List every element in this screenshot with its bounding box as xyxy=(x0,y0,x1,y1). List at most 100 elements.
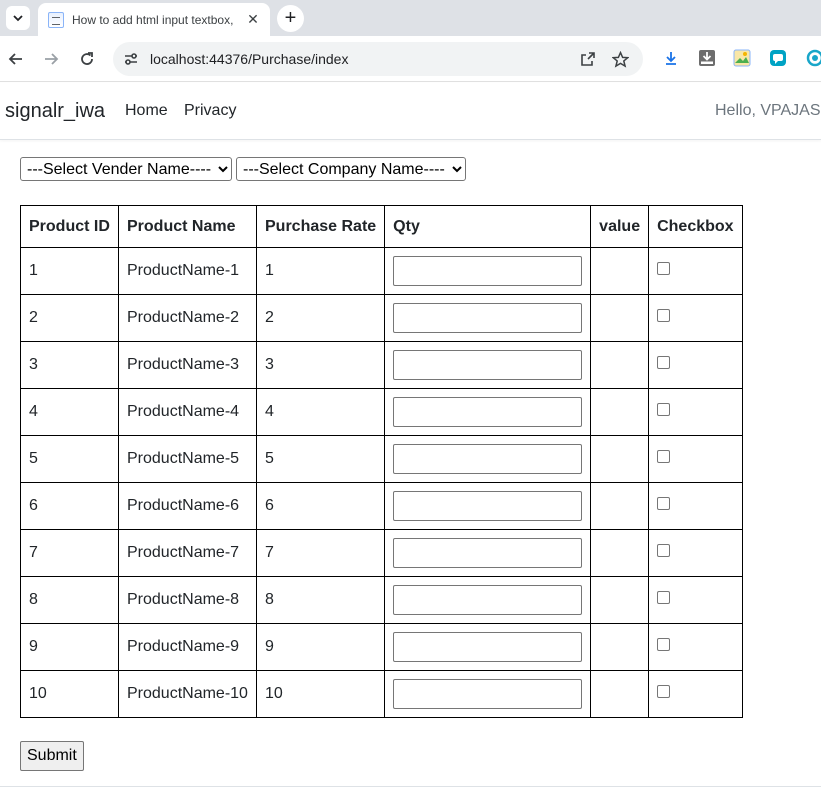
submit-button[interactable]: Submit xyxy=(20,741,84,771)
cell-qty xyxy=(384,670,592,718)
browser-tab[interactable]: How to add html input textbox, ✕ xyxy=(38,3,270,36)
table-row: 9 ProductName-9 9 xyxy=(20,623,743,671)
download-icon xyxy=(666,52,676,65)
cell-purchase-rate: 10 xyxy=(255,670,386,718)
row-checkbox[interactable] xyxy=(657,355,671,369)
header-product-id: Product ID xyxy=(20,205,119,248)
table-body: 1 ProductName-1 1 2 ProductName-2 2 3 ProductNa… xyxy=(20,247,743,718)
header-product-name: Product Name xyxy=(118,205,257,248)
header-checkbox: Checkbox xyxy=(648,205,743,248)
qty-input[interactable] xyxy=(393,491,583,521)
cell-purchase-rate: 5 xyxy=(255,435,386,483)
qty-input[interactable] xyxy=(393,256,583,286)
cell-purchase-rate: 8 xyxy=(255,576,386,624)
header-value: value xyxy=(590,205,650,248)
cell-checkbox xyxy=(648,341,743,389)
cell-value xyxy=(590,247,650,295)
qty-input[interactable] xyxy=(393,679,583,709)
cell-value xyxy=(590,529,650,577)
table-row: 4 ProductName-4 4 xyxy=(20,388,743,436)
reload-button[interactable] xyxy=(75,47,99,71)
row-checkbox[interactable] xyxy=(657,637,671,651)
cell-checkbox xyxy=(648,435,743,483)
table-row: 3 ProductName-3 3 xyxy=(20,341,743,389)
cell-product-id: 2 xyxy=(20,294,119,342)
nav-link-privacy[interactable]: Privacy xyxy=(184,102,236,120)
qty-input[interactable] xyxy=(393,303,583,333)
cell-checkbox xyxy=(648,529,743,577)
row-checkbox[interactable] xyxy=(657,590,671,604)
chat-extension[interactable] xyxy=(769,49,787,67)
image-extension[interactable] xyxy=(733,49,751,67)
qty-input[interactable] xyxy=(393,632,583,662)
cell-purchase-rate: 6 xyxy=(255,482,386,530)
cell-checkbox xyxy=(648,482,743,530)
arrow-left-icon xyxy=(8,53,22,65)
cell-product-id: 8 xyxy=(20,576,119,624)
table-row: 8 ProductName-8 8 xyxy=(20,576,743,624)
row-checkbox[interactable] xyxy=(657,543,671,557)
brand-link[interactable]: signalr_iwa xyxy=(5,100,105,123)
download-manager-extension[interactable] xyxy=(698,49,716,67)
table-row: 10 ProductName-10 10 xyxy=(20,670,743,718)
bookmark-button[interactable] xyxy=(610,49,630,69)
cell-purchase-rate: 1 xyxy=(255,247,386,295)
nav-link-home[interactable]: Home xyxy=(125,102,168,120)
cell-qty xyxy=(384,529,592,577)
company-select[interactable]: ---Select Company Name---- xyxy=(236,157,466,181)
cell-value xyxy=(590,294,650,342)
qty-input[interactable] xyxy=(393,585,583,615)
image-extension-icon xyxy=(733,49,751,67)
row-checkbox[interactable] xyxy=(657,449,671,463)
cell-value xyxy=(590,435,650,483)
swirl-extension[interactable] xyxy=(805,49,821,67)
cell-product-id: 5 xyxy=(20,435,119,483)
tab-title: How to add html input textbox, xyxy=(72,12,234,27)
row-checkbox[interactable] xyxy=(657,496,671,510)
vendor-select[interactable]: ---Select Vender Name---- xyxy=(20,157,232,181)
cell-qty xyxy=(384,623,592,671)
row-checkbox[interactable] xyxy=(657,684,671,698)
share-icon xyxy=(581,52,595,66)
cell-qty xyxy=(384,388,592,436)
qty-input[interactable] xyxy=(393,444,583,474)
row-checkbox[interactable] xyxy=(657,261,671,275)
site-info-button[interactable] xyxy=(121,49,141,69)
row-checkbox[interactable] xyxy=(657,402,671,416)
qty-input[interactable] xyxy=(393,397,583,427)
cell-product-name: ProductName-4 xyxy=(118,388,257,436)
close-icon[interactable]: ✕ xyxy=(244,10,262,28)
cell-product-id: 1 xyxy=(20,247,119,295)
tab-search-button[interactable] xyxy=(6,6,30,30)
share-button[interactable] xyxy=(578,49,598,69)
cell-checkbox xyxy=(648,623,743,671)
cell-product-id: 9 xyxy=(20,623,119,671)
header-qty: Qty xyxy=(384,205,592,248)
cell-purchase-rate: 9 xyxy=(255,623,386,671)
cell-purchase-rate: 2 xyxy=(255,294,386,342)
cell-qty xyxy=(384,576,592,624)
back-button[interactable] xyxy=(4,47,28,71)
cell-checkbox xyxy=(648,247,743,295)
user-greeting[interactable]: Hello, VPAJAS7 xyxy=(715,102,821,120)
address-bar[interactable]: localhost:44376/Purchase/index xyxy=(113,42,643,76)
qty-input[interactable] xyxy=(393,538,583,568)
cell-product-name: ProductName-7 xyxy=(118,529,257,577)
new-tab-button[interactable]: + xyxy=(277,5,304,32)
forward-button[interactable] xyxy=(39,47,63,71)
table-header-row: Product ID Product Name Purchase Rate Qt… xyxy=(20,205,743,248)
row-checkbox[interactable] xyxy=(657,308,671,322)
qty-input[interactable] xyxy=(393,350,583,380)
cell-qty xyxy=(384,435,592,483)
cell-product-name: ProductName-8 xyxy=(118,576,257,624)
cell-product-name: ProductName-6 xyxy=(118,482,257,530)
table-row: 5 ProductName-5 5 xyxy=(20,435,743,483)
cell-purchase-rate: 4 xyxy=(255,388,386,436)
url-text[interactable]: localhost:44376/Purchase/index xyxy=(150,51,348,67)
cell-checkbox xyxy=(648,388,743,436)
cell-checkbox xyxy=(648,576,743,624)
cell-product-id: 7 xyxy=(20,529,119,577)
table-row: 6 ProductName-6 6 xyxy=(20,482,743,530)
download-button[interactable] xyxy=(662,49,680,67)
site-navbar: signalr_iwa Home Privacy Hello, VPAJAS7 xyxy=(0,83,821,140)
